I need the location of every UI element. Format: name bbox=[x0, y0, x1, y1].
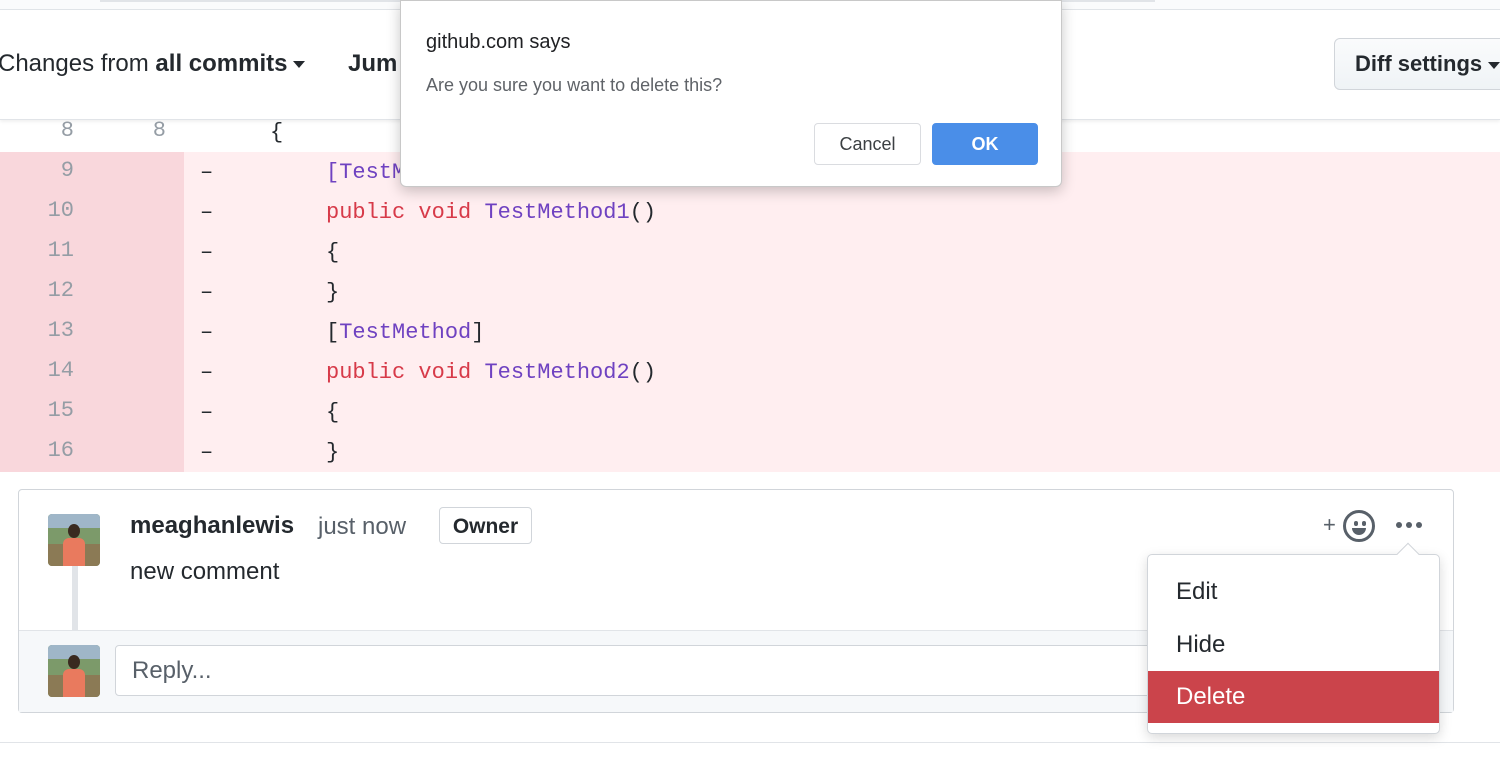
old-line-number[interactable]: 11 bbox=[0, 238, 92, 263]
more-options-button[interactable] bbox=[1396, 512, 1424, 536]
code-text: ] bbox=[471, 320, 485, 345]
diff-settings-button[interactable]: Diff settings bbox=[1334, 38, 1500, 90]
kebab-dot bbox=[1406, 522, 1412, 528]
code-line: } bbox=[326, 440, 340, 465]
timeline-line bbox=[72, 566, 78, 630]
code-line: { bbox=[270, 120, 284, 145]
kebab-horizontal-icon bbox=[1396, 522, 1402, 528]
menu-item-delete[interactable]: Delete bbox=[1148, 671, 1439, 723]
code-type: TestMethod bbox=[339, 320, 472, 345]
code-line: } bbox=[326, 280, 340, 305]
changes-value: all commits bbox=[155, 50, 288, 77]
reply-avatar[interactable] bbox=[48, 645, 100, 697]
diff-deleted-row: 11 – { bbox=[0, 232, 1500, 272]
code-text: [ bbox=[326, 320, 340, 345]
code-text: [TestM bbox=[326, 160, 406, 185]
diff-deleted-row: 15 – { bbox=[0, 392, 1500, 432]
code-function: TestMethod1 bbox=[484, 200, 630, 225]
ok-button[interactable]: OK bbox=[932, 123, 1038, 165]
kebab-dot bbox=[1416, 522, 1422, 528]
changes-prefix: Changes from bbox=[0, 50, 149, 77]
avatar[interactable] bbox=[48, 514, 100, 566]
comment-author[interactable]: meaghanlewis bbox=[130, 512, 294, 540]
code-function: TestMethod2 bbox=[484, 360, 630, 385]
deletion-marker: – bbox=[200, 160, 214, 185]
deletion-marker: – bbox=[200, 400, 214, 425]
diff-settings-label: Diff settings bbox=[1355, 51, 1483, 76]
menu-item-hide[interactable]: Hide bbox=[1148, 619, 1439, 671]
code-text: () bbox=[629, 200, 657, 225]
diff-deleted-row: 14 – public void TestMethod2() bbox=[0, 352, 1500, 392]
owner-badge: Owner bbox=[439, 507, 532, 544]
chevron-down-icon bbox=[1488, 61, 1500, 69]
code-line: [TestM bbox=[326, 160, 405, 185]
old-line-number[interactable]: 13 bbox=[0, 318, 92, 343]
menu-item-edit[interactable]: Edit bbox=[1148, 566, 1439, 618]
deletion-marker: – bbox=[200, 200, 214, 225]
deletion-marker: – bbox=[200, 320, 214, 345]
code-line: public void TestMethod1() bbox=[326, 200, 656, 225]
code-text: () bbox=[629, 360, 657, 385]
add-reaction-button[interactable]: + bbox=[1323, 508, 1377, 544]
old-line-number[interactable]: 10 bbox=[0, 198, 92, 223]
code-line: { bbox=[326, 240, 340, 265]
old-line-number[interactable]: 15 bbox=[0, 398, 92, 423]
confirm-dialog: github.com says Are you sure you want to… bbox=[400, 0, 1062, 187]
comment-actions-menu: Edit Hide Delete bbox=[1147, 542, 1440, 734]
diff-deleted-row: 16 – } bbox=[0, 432, 1500, 472]
deletion-marker: – bbox=[200, 360, 214, 385]
new-line-number[interactable]: 8 bbox=[92, 118, 184, 143]
smiley-icon bbox=[1343, 510, 1375, 542]
divider bbox=[0, 742, 1500, 743]
chevron-down-icon bbox=[293, 61, 306, 69]
deletion-marker: – bbox=[200, 440, 214, 465]
old-line-number[interactable]: 9 bbox=[0, 158, 92, 183]
code-keyword: public void bbox=[326, 200, 472, 225]
old-line-number[interactable]: 12 bbox=[0, 278, 92, 303]
reply-input[interactable] bbox=[115, 645, 1175, 696]
comment-body: new comment bbox=[130, 558, 280, 585]
diff-deleted-row: 10 – public void TestMethod1() bbox=[0, 192, 1500, 232]
diff-deleted-row: 12 – } bbox=[0, 272, 1500, 312]
deletion-marker: – bbox=[200, 280, 214, 305]
code-line: { bbox=[326, 400, 340, 425]
dialog-title: github.com says bbox=[426, 31, 571, 53]
old-line-number[interactable]: 16 bbox=[0, 438, 92, 463]
code-keyword: public void bbox=[326, 360, 472, 385]
plus-icon: + bbox=[1323, 512, 1336, 537]
deletion-marker: – bbox=[200, 240, 214, 265]
jump-to-dropdown[interactable]: Jum bbox=[348, 50, 397, 78]
code-line: [TestMethod] bbox=[326, 320, 484, 345]
changes-from-dropdown[interactable]: Changes from all commits bbox=[0, 50, 306, 78]
code-line: public void TestMethod2() bbox=[326, 360, 656, 385]
diff-deleted-row: 13 – [TestMethod] bbox=[0, 312, 1500, 352]
old-line-number[interactable]: 14 bbox=[0, 358, 92, 383]
dialog-message: Are you sure you want to delete this? bbox=[426, 75, 723, 95]
old-line-number[interactable]: 8 bbox=[0, 118, 92, 143]
cancel-button[interactable]: Cancel bbox=[814, 123, 921, 165]
comment-timestamp[interactable]: just now bbox=[318, 513, 406, 541]
